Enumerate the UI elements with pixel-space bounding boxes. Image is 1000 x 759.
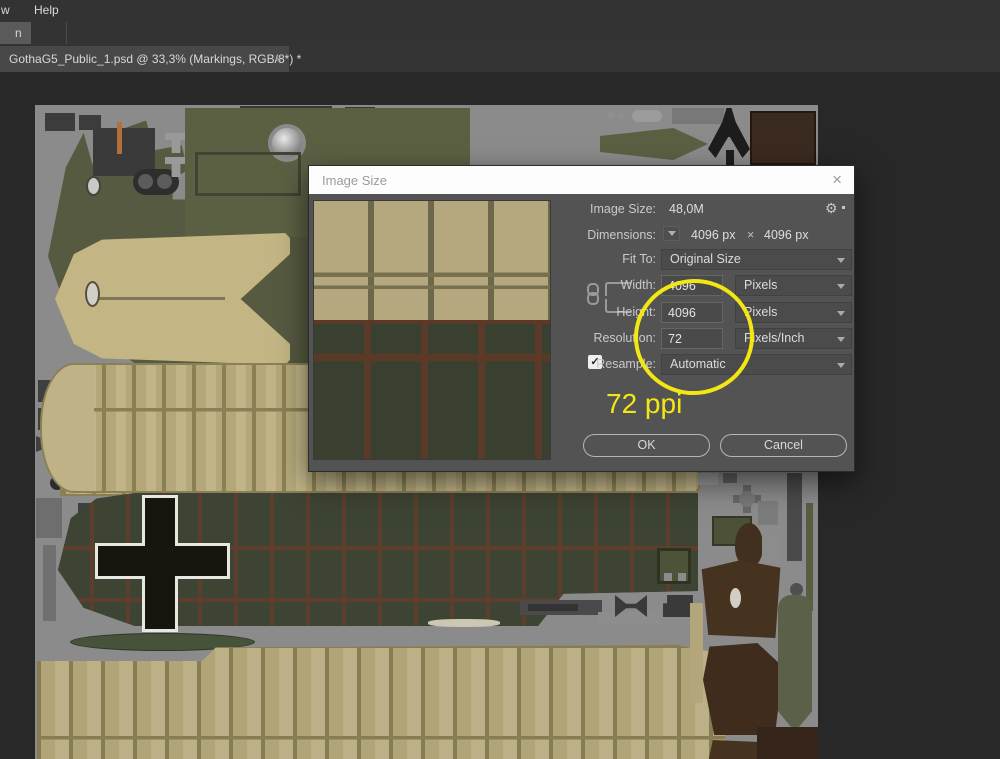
texture-piece xyxy=(632,110,662,122)
document-tab[interactable]: GothaG5_Public_1.psd @ 33,3% (Markings, … xyxy=(0,46,301,72)
chevron-down-icon xyxy=(837,363,845,368)
texture-piece xyxy=(726,150,734,165)
menu-item-help[interactable]: Help xyxy=(34,3,59,17)
texture-piece xyxy=(657,548,691,584)
dimensions-width-value: 4096 px xyxy=(691,228,736,242)
fit-to-value: Original Size xyxy=(670,252,741,266)
annotation-circle xyxy=(634,278,754,396)
texture-piece-propeller xyxy=(703,643,783,735)
texture-piece-propeller xyxy=(701,560,781,638)
ok-button[interactable]: OK xyxy=(583,434,710,457)
texture-piece xyxy=(45,113,75,131)
gear-icon[interactable]: ⚙ xyxy=(825,200,838,217)
fit-to-label: Fit To: xyxy=(622,252,656,266)
dimensions-chevron[interactable] xyxy=(663,226,680,241)
texture-iron-cross xyxy=(95,493,230,633)
texture-piece xyxy=(723,473,737,483)
options-bar-divider xyxy=(66,22,67,44)
chevron-down-icon xyxy=(837,258,845,263)
chevron-down-icon xyxy=(837,337,845,342)
texture-piece xyxy=(86,176,101,196)
texture-piece xyxy=(117,122,122,154)
dialog-titlebar[interactable]: Image Size × xyxy=(309,166,854,194)
options-bar-fragment[interactable]: n xyxy=(0,22,31,44)
chevron-down-icon xyxy=(668,231,676,236)
chevron-down-icon xyxy=(837,311,845,316)
image-size-value: 48,0M xyxy=(669,202,704,216)
dialog-title: Image Size xyxy=(322,173,388,188)
document-tab-title: GothaG5_Public_1.psd @ 33,3% (Markings, … xyxy=(9,52,302,66)
fit-to-select[interactable]: Original Size xyxy=(661,249,852,270)
annotation-text: 72 ppi xyxy=(606,388,683,419)
dialog-body: Image Size: 48,0M ⚙ Dimensions: 4096 px … xyxy=(309,194,854,471)
texture-piece xyxy=(690,603,703,703)
texture-piece xyxy=(672,108,724,124)
texture-piece xyxy=(43,545,56,621)
texture-piece xyxy=(85,281,100,307)
dimensions-label: Dimensions: xyxy=(587,228,656,242)
image-size-dialog: Image Size × Image Size: 48,0M ⚙ Dimensi… xyxy=(308,165,855,472)
texture-piece-tank xyxy=(790,583,803,596)
texture-piece xyxy=(787,473,802,561)
texture-piece xyxy=(762,530,780,564)
image-size-label: Image Size: xyxy=(589,202,656,216)
texture-piece xyxy=(598,612,660,625)
cancel-button[interactable]: Cancel xyxy=(720,434,847,457)
dimensions-separator: × xyxy=(747,228,755,242)
texture-piece xyxy=(698,473,718,485)
texture-piece xyxy=(735,523,763,567)
texture-piece xyxy=(520,600,602,615)
texture-piece xyxy=(195,152,301,196)
texture-piece xyxy=(428,619,500,627)
texture-piece xyxy=(36,498,62,538)
tab-close-icon[interactable]: × xyxy=(275,52,282,66)
texture-piece xyxy=(758,501,778,525)
texture-piece xyxy=(750,111,816,165)
menu-item-window-fragment[interactable]: w xyxy=(1,3,10,17)
gear-menu-dot-icon xyxy=(842,206,845,209)
tab-bar: GothaG5_Public_1.psd @ 33,3% (Markings, … xyxy=(0,46,1000,72)
texture-piece xyxy=(757,727,818,759)
menu-bar: w Help xyxy=(0,0,1000,20)
texture-piece-tank xyxy=(778,595,812,727)
options-bar: n xyxy=(0,20,1000,46)
dialog-close-icon[interactable]: × xyxy=(832,170,842,190)
dimensions-height-value: 4096 px xyxy=(764,228,809,242)
texture-piece xyxy=(618,112,625,119)
texture-piece-wing-tan-bottom xyxy=(37,645,725,759)
texture-piece xyxy=(806,503,813,611)
texture-piece xyxy=(95,297,225,300)
chevron-down-icon xyxy=(837,284,845,289)
texture-piece xyxy=(733,485,761,513)
texture-piece xyxy=(600,128,708,160)
texture-piece xyxy=(608,112,615,119)
